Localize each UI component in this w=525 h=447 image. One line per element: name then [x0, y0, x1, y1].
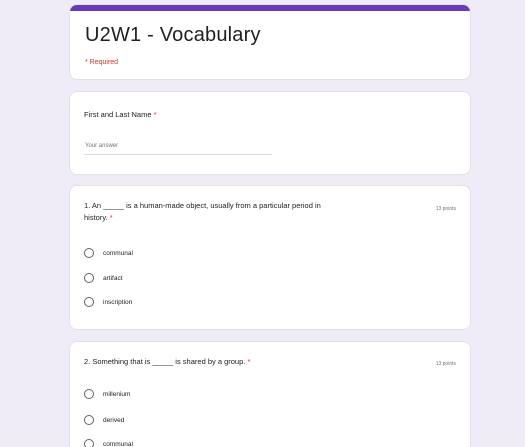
name-question-label: First and Last Name * [84, 109, 157, 121]
required-asterisk: * [247, 357, 251, 366]
option-label: communal [103, 249, 133, 257]
required-asterisk: * [109, 213, 113, 222]
radio-button[interactable] [84, 439, 94, 447]
option-label: artifact [103, 274, 123, 282]
option-label: inscription [103, 298, 133, 306]
answer-underline [84, 154, 272, 155]
name-question-text: First and Last Name [84, 110, 152, 119]
question-1-line1: 1. An _____ is a human-made object, usua… [84, 201, 321, 210]
form-page: U2W1 - Vocabulary * Required First and L… [0, 0, 525, 447]
option-derived[interactable]: derived [84, 413, 124, 427]
option-inscription[interactable]: inscription [84, 295, 132, 309]
header-accent-bar [70, 5, 470, 11]
radio-button[interactable] [84, 415, 94, 425]
question-card-2: 2. Something that is _____ is shared by … [69, 341, 471, 447]
radio-button[interactable] [84, 248, 94, 258]
form-header-card: U2W1 - Vocabulary * Required [69, 4, 471, 80]
question-2-text: 2. Something that is _____ is shared by … [84, 356, 250, 368]
radio-button[interactable] [84, 389, 94, 399]
question-card-1: 1. An _____ is a human-made object, usua… [69, 185, 471, 330]
required-note: * Required [85, 59, 119, 66]
option-communal[interactable]: communal [84, 437, 133, 447]
option-communal[interactable]: communal [84, 246, 133, 260]
name-question-card: First and Last Name * Your answer [69, 91, 471, 175]
question-1-line2: history. [84, 213, 108, 222]
question-2-line1: 2. Something that is _____ is shared by … [84, 357, 246, 366]
form-title: U2W1 - Vocabulary [85, 24, 261, 46]
question-2-points: 13 points [435, 361, 456, 367]
required-asterisk: * [153, 110, 157, 119]
option-label: millenium [103, 390, 131, 398]
radio-button[interactable] [84, 273, 94, 283]
option-label: derived [103, 416, 125, 424]
question-1-text: 1. An _____ is a human-made object, usua… [84, 200, 414, 224]
option-artifact[interactable]: artifact [84, 271, 123, 285]
option-millenium[interactable]: millenium [84, 387, 130, 401]
option-label: communal [103, 440, 133, 447]
radio-button[interactable] [84, 297, 94, 307]
name-answer-input[interactable]: Your answer [85, 143, 118, 149]
question-1-points: 13 points [435, 206, 456, 212]
